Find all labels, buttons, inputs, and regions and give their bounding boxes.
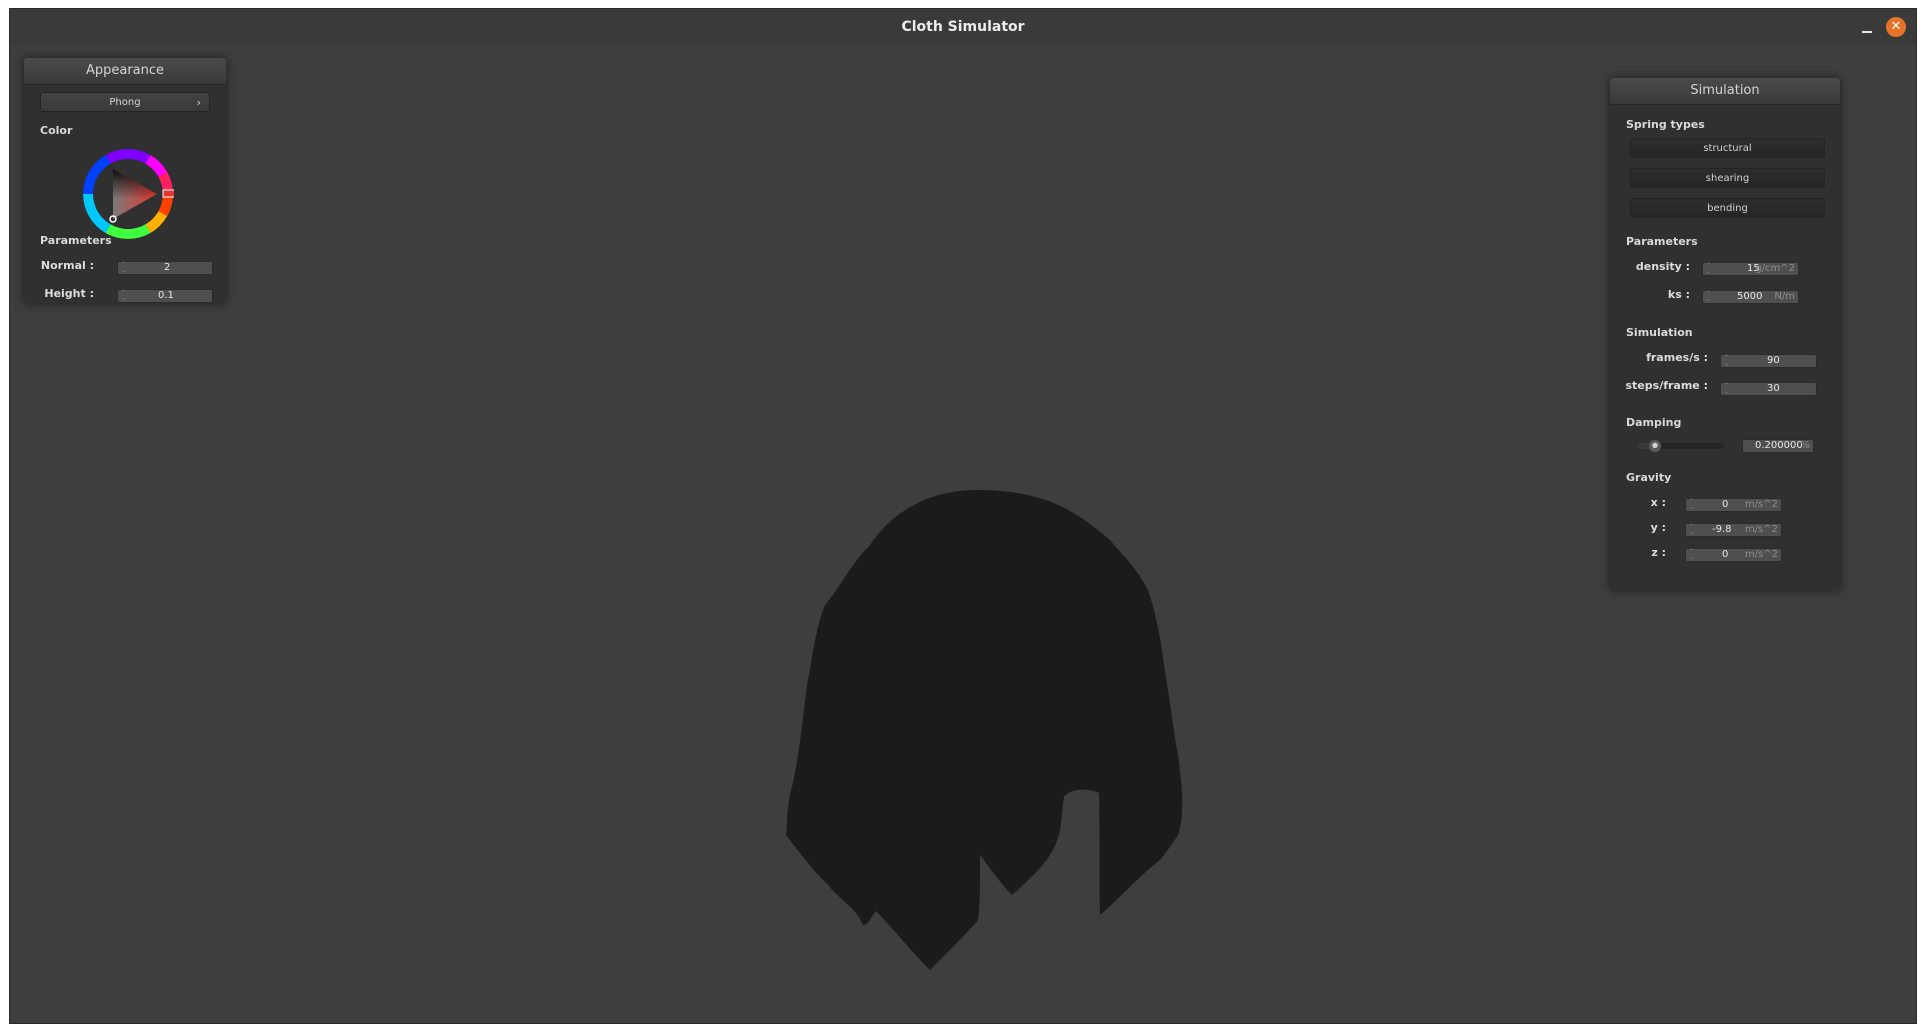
minimize-icon[interactable] bbox=[1860, 21, 1874, 35]
simulation-section-label: Simulation bbox=[1626, 326, 1693, 339]
spinner-arrows-icon[interactable]: ⌃ ⌄ bbox=[1706, 263, 1713, 275]
fps-input[interactable]: ⌃ ⌄ 90 bbox=[1720, 354, 1817, 368]
gravity-label: Gravity bbox=[1626, 471, 1672, 484]
fps-label: frames/s : bbox=[1646, 351, 1708, 364]
appearance-header[interactable]: Appearance bbox=[24, 58, 226, 85]
gravity-x-value: 0 bbox=[1722, 499, 1729, 510]
spinner-arrows-icon[interactable]: ⌃ ⌄ bbox=[1689, 524, 1696, 536]
gravity-z-value: 0 bbox=[1722, 549, 1729, 560]
gravity-z-input[interactable]: ⌃ ⌄ 0 m/s^2 bbox=[1685, 548, 1782, 562]
height-value: 0.1 bbox=[158, 290, 174, 301]
normal-value: 2 bbox=[164, 262, 171, 273]
steps-label: steps/frame : bbox=[1625, 379, 1709, 392]
app-window: Cloth Simulator ✕ Appearance Phong › Col… bbox=[9, 8, 1917, 1024]
viewport-3d[interactable]: Appearance Phong › Color Parameters Norm… bbox=[10, 45, 1916, 1023]
gravity-y-value: -9.8 bbox=[1712, 524, 1732, 535]
gravity-x-label: x : bbox=[1650, 496, 1666, 509]
gravity-y-label: y : bbox=[1650, 521, 1666, 534]
spinner-arrows-icon[interactable]: ⌃ ⌄ bbox=[1724, 355, 1731, 367]
spinner-arrows-icon[interactable]: ⌃ ⌄ bbox=[1706, 291, 1713, 303]
spinner-arrows-icon[interactable]: ⌃ ⌄ bbox=[121, 290, 128, 302]
spinner-arrows-icon[interactable]: ⌃ ⌄ bbox=[1724, 383, 1731, 395]
steps-input[interactable]: ⌃ ⌄ 30 bbox=[1720, 382, 1817, 396]
gravity-z-label: z : bbox=[1651, 546, 1666, 559]
title-bar: Cloth Simulator ✕ bbox=[10, 9, 1916, 46]
ks-label: ks : bbox=[1667, 288, 1690, 301]
ks-unit: N/m bbox=[1774, 291, 1795, 302]
gravity-x-input[interactable]: ⌃ ⌄ 0 m/s^2 bbox=[1685, 498, 1782, 512]
damping-slider[interactable] bbox=[1638, 440, 1724, 452]
gravity-x-unit: m/s^2 bbox=[1744, 499, 1778, 510]
damping-input[interactable]: 0.200000 % bbox=[1742, 439, 1814, 453]
color-wheel[interactable] bbox=[82, 148, 174, 240]
window-title: Cloth Simulator bbox=[901, 19, 1025, 35]
height-input[interactable]: ⌃ ⌄ 0.1 bbox=[117, 289, 213, 303]
height-label: Height : bbox=[44, 287, 94, 300]
spinner-arrows-icon[interactable]: ⌃ ⌄ bbox=[1689, 499, 1696, 511]
shader-select-label: Phong bbox=[109, 97, 141, 108]
damping-value: 0.200000 bbox=[1755, 440, 1803, 451]
ks-input[interactable]: ⌃ ⌄ 5000 N/m bbox=[1702, 290, 1799, 304]
gravity-z-unit: m/s^2 bbox=[1744, 549, 1778, 560]
simulation-panel: Simulation Spring types structural shear… bbox=[1610, 78, 1840, 590]
simulation-header[interactable]: Simulation bbox=[1610, 78, 1840, 105]
ks-value: 5000 bbox=[1737, 291, 1763, 302]
gravity-y-unit: m/s^2 bbox=[1744, 524, 1778, 535]
spinner-arrows-icon[interactable]: ⌃ ⌄ bbox=[1689, 549, 1696, 561]
appearance-panel: Appearance Phong › Color Parameters Norm… bbox=[24, 58, 226, 303]
shader-select[interactable]: Phong › bbox=[40, 92, 210, 112]
color-label: Color bbox=[40, 124, 73, 137]
normal-input[interactable]: ⌃ ⌄ 2 bbox=[117, 261, 213, 275]
spinner-arrows-icon[interactable]: ⌃ ⌄ bbox=[121, 262, 128, 274]
gravity-y-input[interactable]: ⌃ ⌄ -9.8 m/s^2 bbox=[1685, 523, 1782, 537]
normal-label: Normal : bbox=[40, 259, 94, 272]
shearing-button[interactable]: shearing bbox=[1630, 168, 1825, 188]
density-label: density : bbox=[1635, 260, 1690, 273]
density-input[interactable]: ⌃ ⌄ 15 g/cm^2 bbox=[1702, 262, 1799, 276]
fps-value: 90 bbox=[1767, 355, 1780, 366]
appearance-parameters-label: Parameters bbox=[40, 234, 112, 247]
spring-types-label: Spring types bbox=[1626, 118, 1705, 131]
density-unit: g/cm^2 bbox=[1755, 263, 1795, 274]
steps-value: 30 bbox=[1767, 383, 1780, 394]
sim-parameters-label: Parameters bbox=[1626, 235, 1698, 248]
chevron-right-icon: › bbox=[196, 96, 201, 109]
damping-label: Damping bbox=[1626, 416, 1682, 429]
close-icon[interactable]: ✕ bbox=[1886, 17, 1906, 37]
structural-button[interactable]: structural bbox=[1630, 138, 1825, 158]
damping-slider-handle[interactable] bbox=[1649, 440, 1662, 452]
damping-unit: % bbox=[1800, 440, 1810, 451]
bending-button[interactable]: bending bbox=[1630, 198, 1825, 218]
